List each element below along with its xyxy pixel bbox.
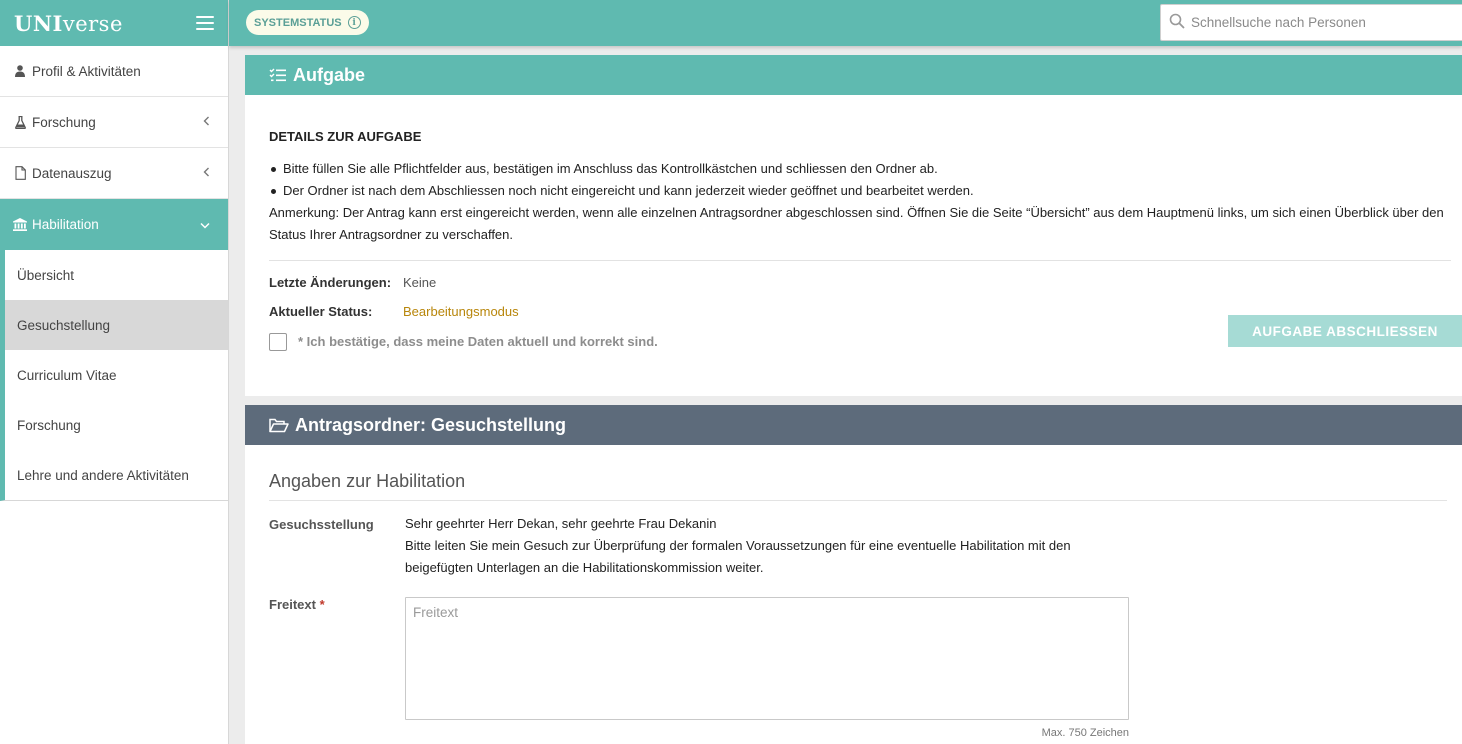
- sidebar-item-label: Habilitation: [32, 217, 99, 232]
- info-icon: i: [347, 16, 361, 29]
- sidebar-item-datenauszug[interactable]: Datenauszug: [0, 148, 228, 199]
- sidebar-item-label: Forschung: [32, 114, 96, 130]
- sidebar-item-label: Profil & Aktivitäten: [32, 63, 141, 79]
- sidebar-subitem-uebersicht[interactable]: Übersicht: [5, 250, 228, 300]
- request-row: Gesuchsstellung Sehr geehrter Herr Dekan…: [269, 516, 1451, 579]
- chevron-left-icon: [203, 115, 210, 129]
- last-changes-value: Keine: [403, 275, 437, 290]
- instructions-list: Bitte füllen Sie alle Pflichtfelder aus,…: [269, 158, 1451, 202]
- request-line-2: Bitte leiten Sie mein Gesuch zur Überprü…: [405, 538, 1071, 575]
- flask-icon: [12, 115, 28, 129]
- task-list-icon: [269, 68, 287, 83]
- user-icon: [12, 65, 28, 77]
- close-task-button[interactable]: AUFGABE ABSCHLIESSEN: [1228, 315, 1462, 347]
- sidebar-item-habilitation[interactable]: Habilitation: [0, 199, 228, 250]
- main-content: Aufgabe DETAILS ZUR AUFGABE Bitte füllen…: [229, 46, 1462, 744]
- sidebar-subitem-gesuchstellung[interactable]: Gesuchstellung: [5, 300, 228, 350]
- max-chars-hint: Max. 750 Zeichen: [1041, 727, 1129, 739]
- file-icon: [12, 166, 28, 180]
- task-card: Aufgabe DETAILS ZUR AUFGABE Bitte füllen…: [245, 55, 1462, 396]
- confirm-row: * Ich bestätige, dass meine Daten aktuel…: [269, 315, 1462, 363]
- divider: [269, 260, 1451, 261]
- institution-icon: [12, 218, 28, 231]
- habilitation-submenu: Übersicht Gesuchstellung Curriculum Vita…: [0, 250, 228, 501]
- person-search-input[interactable]: [1191, 15, 1451, 30]
- sidebar-subitem-curriculum-vitae[interactable]: Curriculum Vitae: [5, 350, 228, 400]
- top-bar: SYSTEMSTATUS i: [229, 0, 1462, 46]
- sidebar-subitem-forschung[interactable]: Forschung: [5, 400, 228, 450]
- system-status-label: SYSTEMSTATUS: [254, 16, 342, 29]
- brand-bar: UNIverse: [0, 0, 228, 46]
- details-title: DETAILS ZUR AUFGABE: [269, 129, 422, 144]
- request-text: Sehr geehrter Herr Dekan, sehr geehrte F…: [405, 513, 1135, 579]
- instruction-item: Der Ordner ist nach dem Abschliessen noc…: [271, 180, 1451, 202]
- chevron-down-icon: [200, 218, 210, 232]
- last-changes-row: Letzte Änderungen: Keine: [269, 275, 1451, 290]
- confirm-label[interactable]: * Ich bestätige, dass meine Daten aktuel…: [298, 334, 658, 349]
- remark-text: Anmerkung: Der Antrag kann erst eingerei…: [269, 205, 1444, 242]
- instruction-item: Bitte füllen Sie alle Pflichtfelder aus,…: [271, 158, 1451, 180]
- folder-header: Antragsordner: Gesuchstellung: [245, 405, 1462, 445]
- freetext-label: Freitext *: [269, 597, 325, 612]
- folder-header-title: Antragsordner: Gesuchstellung: [295, 414, 567, 435]
- freetext-row: Freitext * Max. 750 Zeichen: [269, 597, 1451, 739]
- request-line-1: Sehr geehrter Herr Dekan, sehr geehrte F…: [405, 516, 717, 531]
- task-header-title: Aufgabe: [293, 64, 365, 85]
- section-title: Angaben zur Habilitation: [269, 471, 1447, 501]
- status-value: Bearbeitungsmodus: [403, 304, 519, 319]
- chevron-left-icon: [203, 166, 210, 180]
- request-label: Gesuchsstellung: [269, 517, 374, 532]
- sidebar-item-forschung[interactable]: Forschung: [0, 97, 228, 148]
- confirm-checkbox[interactable]: [269, 333, 287, 351]
- sidebar-subitem-lehre[interactable]: Lehre und andere Aktivitäten: [5, 450, 228, 500]
- last-changes-label: Letzte Änderungen:: [269, 275, 392, 290]
- sidebar-item-profil[interactable]: Profil & Aktivitäten: [0, 46, 228, 97]
- app-logo[interactable]: UNIverse: [14, 11, 123, 36]
- system-status-button[interactable]: SYSTEMSTATUS i: [246, 10, 369, 35]
- required-marker: *: [319, 597, 325, 612]
- sidebar: UNIverse Profil & Aktivitäten Forschung …: [0, 0, 229, 744]
- freetext-textarea[interactable]: [405, 597, 1129, 720]
- task-header: Aufgabe: [245, 55, 1462, 95]
- quick-search: [1160, 4, 1462, 41]
- status-label: Aktueller Status:: [269, 304, 373, 319]
- folder-open-icon: [269, 418, 289, 433]
- hamburger-menu-icon[interactable]: [196, 16, 214, 30]
- search-icon: [1169, 13, 1185, 32]
- sidebar-item-label: Datenauszug: [32, 165, 112, 181]
- folder-card: Antragsordner: Gesuchstellung Angaben zu…: [245, 405, 1462, 744]
